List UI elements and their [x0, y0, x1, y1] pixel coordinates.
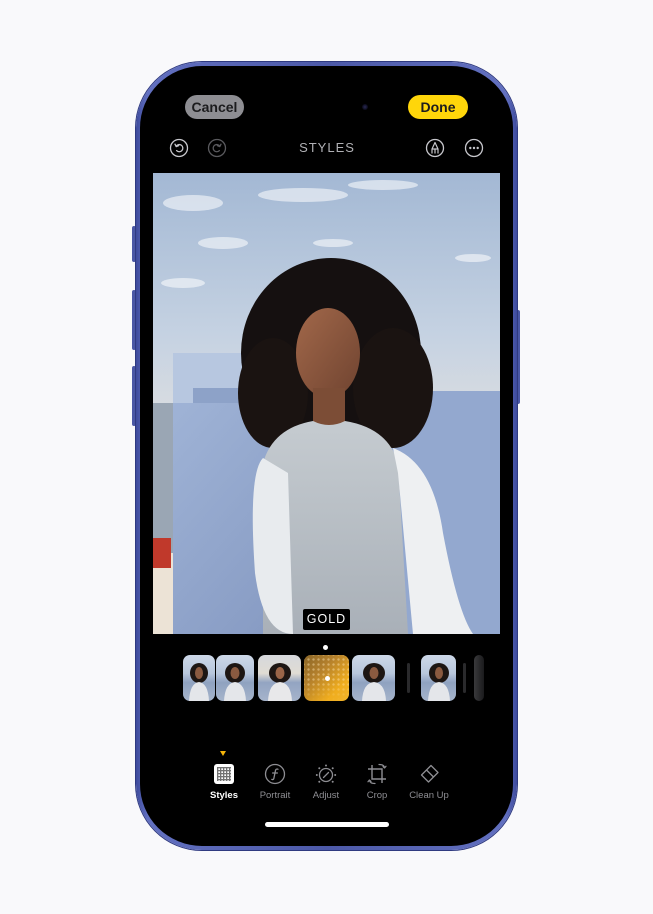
crop-rotate-icon	[367, 763, 387, 785]
page-title: STYLES	[299, 140, 355, 155]
adjust-dial-icon	[315, 764, 337, 783]
tool-label: Portrait	[259, 790, 291, 801]
style-name-label: GOLD	[303, 609, 350, 630]
style-thumb-5[interactable]	[352, 655, 395, 701]
selected-style-indicator	[323, 645, 328, 650]
style-pad-handle[interactable]	[324, 676, 330, 681]
tool-label: Styles	[210, 790, 238, 801]
style-thumb-partial[interactable]	[474, 655, 484, 701]
portrait-photo	[153, 173, 500, 634]
more-icon[interactable]	[464, 138, 484, 158]
style-thumb-1[interactable]	[183, 655, 215, 701]
tool-label: Clean Up	[409, 790, 449, 801]
home-indicator[interactable]	[265, 822, 389, 827]
tool-label: Crop	[366, 790, 388, 801]
style-thumb-6[interactable]	[421, 655, 456, 701]
portrait-f-icon	[264, 763, 286, 785]
tool-portrait[interactable]: Portrait	[247, 763, 303, 801]
photo-preview[interactable]	[153, 173, 500, 634]
eraser-icon	[420, 764, 439, 783]
tool-adjust[interactable]: Adjust	[298, 763, 354, 801]
style-thumb-gold[interactable]	[304, 655, 349, 701]
tool-label: Adjust	[312, 790, 340, 801]
tool-clean-up[interactable]: Clean Up	[401, 763, 457, 801]
markup-icon[interactable]	[425, 138, 445, 158]
style-thumb-2[interactable]	[216, 655, 254, 701]
tool-styles[interactable]: Styles	[196, 763, 252, 801]
selected-tool-arrow	[220, 751, 226, 756]
filmstrip-divider	[407, 663, 410, 693]
tool-crop[interactable]: Crop	[349, 763, 405, 801]
done-button[interactable]: Done	[408, 95, 468, 119]
cancel-button[interactable]: Cancel	[185, 95, 244, 119]
front-camera	[362, 104, 368, 110]
style-thumb-3[interactable]	[258, 655, 301, 701]
redo-icon[interactable]	[207, 138, 227, 158]
undo-icon[interactable]	[169, 138, 189, 158]
styles-grid-icon	[214, 764, 234, 784]
filmstrip-divider	[463, 663, 466, 693]
